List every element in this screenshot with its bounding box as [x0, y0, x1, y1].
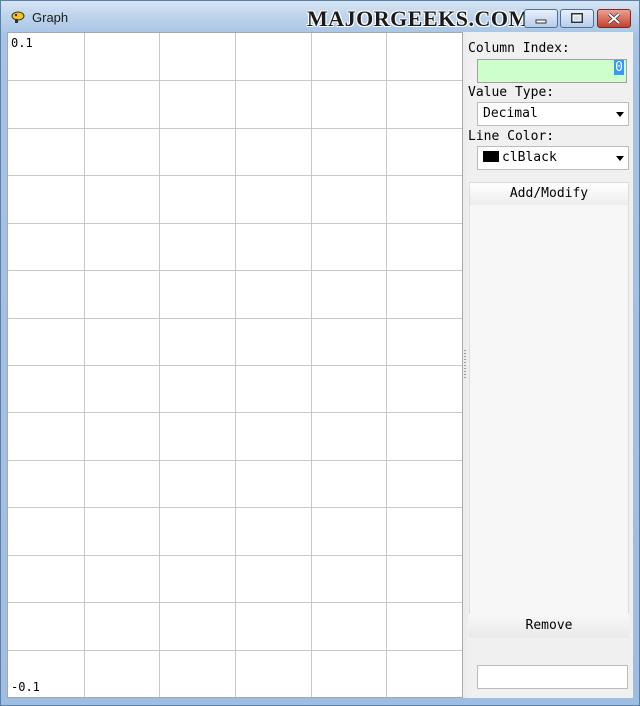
- bottom-input-field[interactable]: [477, 665, 628, 689]
- window-title: Graph: [32, 10, 69, 25]
- value-type-selected: Decimal: [483, 106, 538, 121]
- title-bar[interactable]: Graph MAJORGEEKS.COM: [1, 1, 639, 33]
- value-type-select[interactable]: Decimal: [477, 102, 629, 126]
- graph-app-icon: [11, 11, 25, 23]
- close-button[interactable]: [597, 9, 631, 28]
- color-swatch-icon: [483, 151, 499, 162]
- column-index-label: Column Index:: [468, 41, 570, 56]
- maximize-icon: [571, 13, 583, 23]
- graph-plot-area[interactable]: 0.1 -0.1: [7, 32, 463, 698]
- remove-button[interactable]: Remove: [469, 614, 629, 638]
- graph-grid: [8, 33, 462, 697]
- minimize-button[interactable]: [524, 9, 558, 28]
- line-color-label: Line Color:: [468, 129, 555, 144]
- line-color-select[interactable]: clBlack: [477, 146, 629, 170]
- line-color-selected: clBlack: [502, 150, 557, 165]
- maximize-button[interactable]: [560, 9, 594, 28]
- series-list[interactable]: Add/Modify: [469, 182, 629, 637]
- column-index-input[interactable]: 0: [477, 59, 627, 83]
- chevron-down-icon[interactable]: [616, 112, 624, 117]
- add-modify-button[interactable]: Add/Modify: [470, 183, 628, 205]
- watermark-logo: MAJORGEEKS.COM: [307, 6, 530, 31]
- graph-window: Graph MAJORGEEKS.COM 0.1 -0.1 Column Ind…: [0, 0, 640, 706]
- y-axis-max-label: 0.1: [11, 36, 33, 50]
- column-index-value: 0: [614, 60, 624, 75]
- close-icon: [607, 12, 621, 25]
- minimize-icon: [535, 19, 547, 24]
- series-settings-panel: Column Index: 0 Value Type: Decimal Line…: [467, 32, 633, 698]
- splitter-grip-icon[interactable]: [464, 350, 466, 380]
- y-axis-min-label: -0.1: [11, 680, 40, 694]
- chevron-down-icon[interactable]: [616, 156, 624, 161]
- value-type-label: Value Type:: [468, 85, 555, 100]
- client-area: 0.1 -0.1 Column Index: 0 Value Type: Dec…: [7, 32, 633, 698]
